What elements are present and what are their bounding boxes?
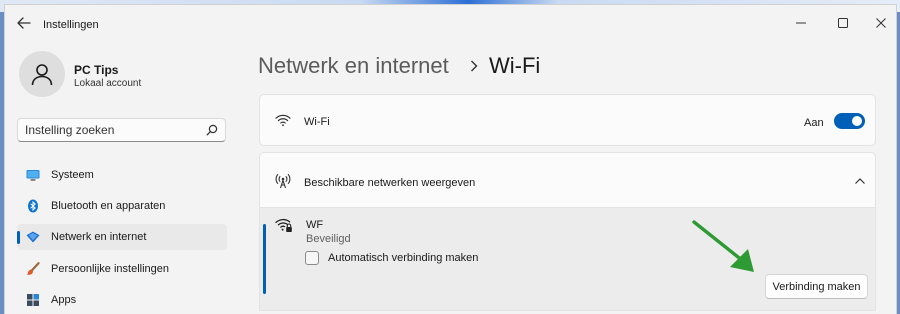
avatar[interactable] — [19, 51, 65, 97]
network-icon — [26, 231, 40, 243]
account-type: Lokaal account — [74, 78, 142, 89]
autoconnect-checkbox[interactable] — [305, 251, 319, 265]
chevron-up-icon[interactable] — [854, 177, 866, 185]
chevron-right-icon — [471, 60, 478, 72]
app-title: Instellingen — [43, 19, 99, 31]
sidebar-item-label: Apps — [51, 294, 77, 306]
network-status: Beveiligd — [306, 233, 351, 245]
person-icon — [31, 64, 53, 86]
available-networks-card[interactable]: Beschikbare netwerken weergeven — [259, 152, 876, 212]
selected-indicator — [263, 224, 266, 294]
sidebar-item-label: Bluetooth en apparaten — [51, 200, 166, 212]
active-indicator — [17, 231, 20, 244]
close-icon[interactable] — [871, 13, 891, 33]
sidebar-item-bluetooth[interactable]: Bluetooth en apparaten — [17, 193, 227, 219]
wifi-label: Wi-Fi — [304, 116, 330, 128]
maximize-icon[interactable] — [833, 13, 853, 33]
sidebar-item-systeem[interactable]: Systeem — [17, 162, 227, 188]
search-input[interactable] — [25, 119, 203, 141]
paintbrush-icon — [26, 262, 40, 275]
network-item[interactable]: WF Beveiligd Automatisch verbinding make… — [259, 207, 876, 311]
sidebar-item-label: Systeem — [51, 169, 94, 181]
settings-window: Instellingen PC Tips Lokaal account Inst… — [4, 4, 897, 314]
toggle-state-label: Aan — [804, 117, 824, 129]
toggle-knob — [852, 116, 862, 126]
title-bar: Instellingen — [5, 5, 896, 41]
wifi-icon — [275, 114, 291, 127]
autoconnect-label[interactable]: Automatisch verbinding maken — [328, 252, 478, 264]
search-icon[interactable] — [206, 124, 218, 136]
sidebar-item-label: Persoonlijke instellingen — [51, 263, 170, 275]
sidebar-item-apps[interactable]: Apps — [17, 287, 227, 313]
monitor-icon — [26, 170, 40, 181]
minimize-icon[interactable] — [791, 13, 811, 33]
sidebar-item-label: Netwerk en internet — [51, 231, 147, 243]
page-title: Wi-Fi — [489, 53, 541, 78]
breadcrumb-parent[interactable]: Netwerk en internet — [258, 53, 449, 79]
apps-icon — [27, 294, 39, 306]
network-name: WF — [306, 219, 324, 231]
user-name: PC Tips — [74, 63, 119, 77]
sidebar-item-netwerk[interactable]: Netwerk en internet — [17, 224, 227, 250]
back-arrow-icon[interactable] — [15, 14, 33, 32]
search-box[interactable] — [17, 118, 226, 142]
wifi-toggle[interactable] — [834, 113, 865, 129]
wifi-card: Wi-Fi Aan — [259, 94, 876, 146]
antenna-icon — [275, 173, 291, 189]
bluetooth-icon — [28, 199, 38, 213]
wifi-secured-icon — [275, 218, 292, 232]
available-networks-label: Beschikbare netwerken weergeven — [304, 177, 476, 189]
sidebar-item-persoonlijk[interactable]: Persoonlijke instellingen — [17, 256, 227, 282]
connect-button[interactable]: Verbinding maken — [765, 274, 868, 299]
green-arrow-icon — [692, 220, 754, 272]
